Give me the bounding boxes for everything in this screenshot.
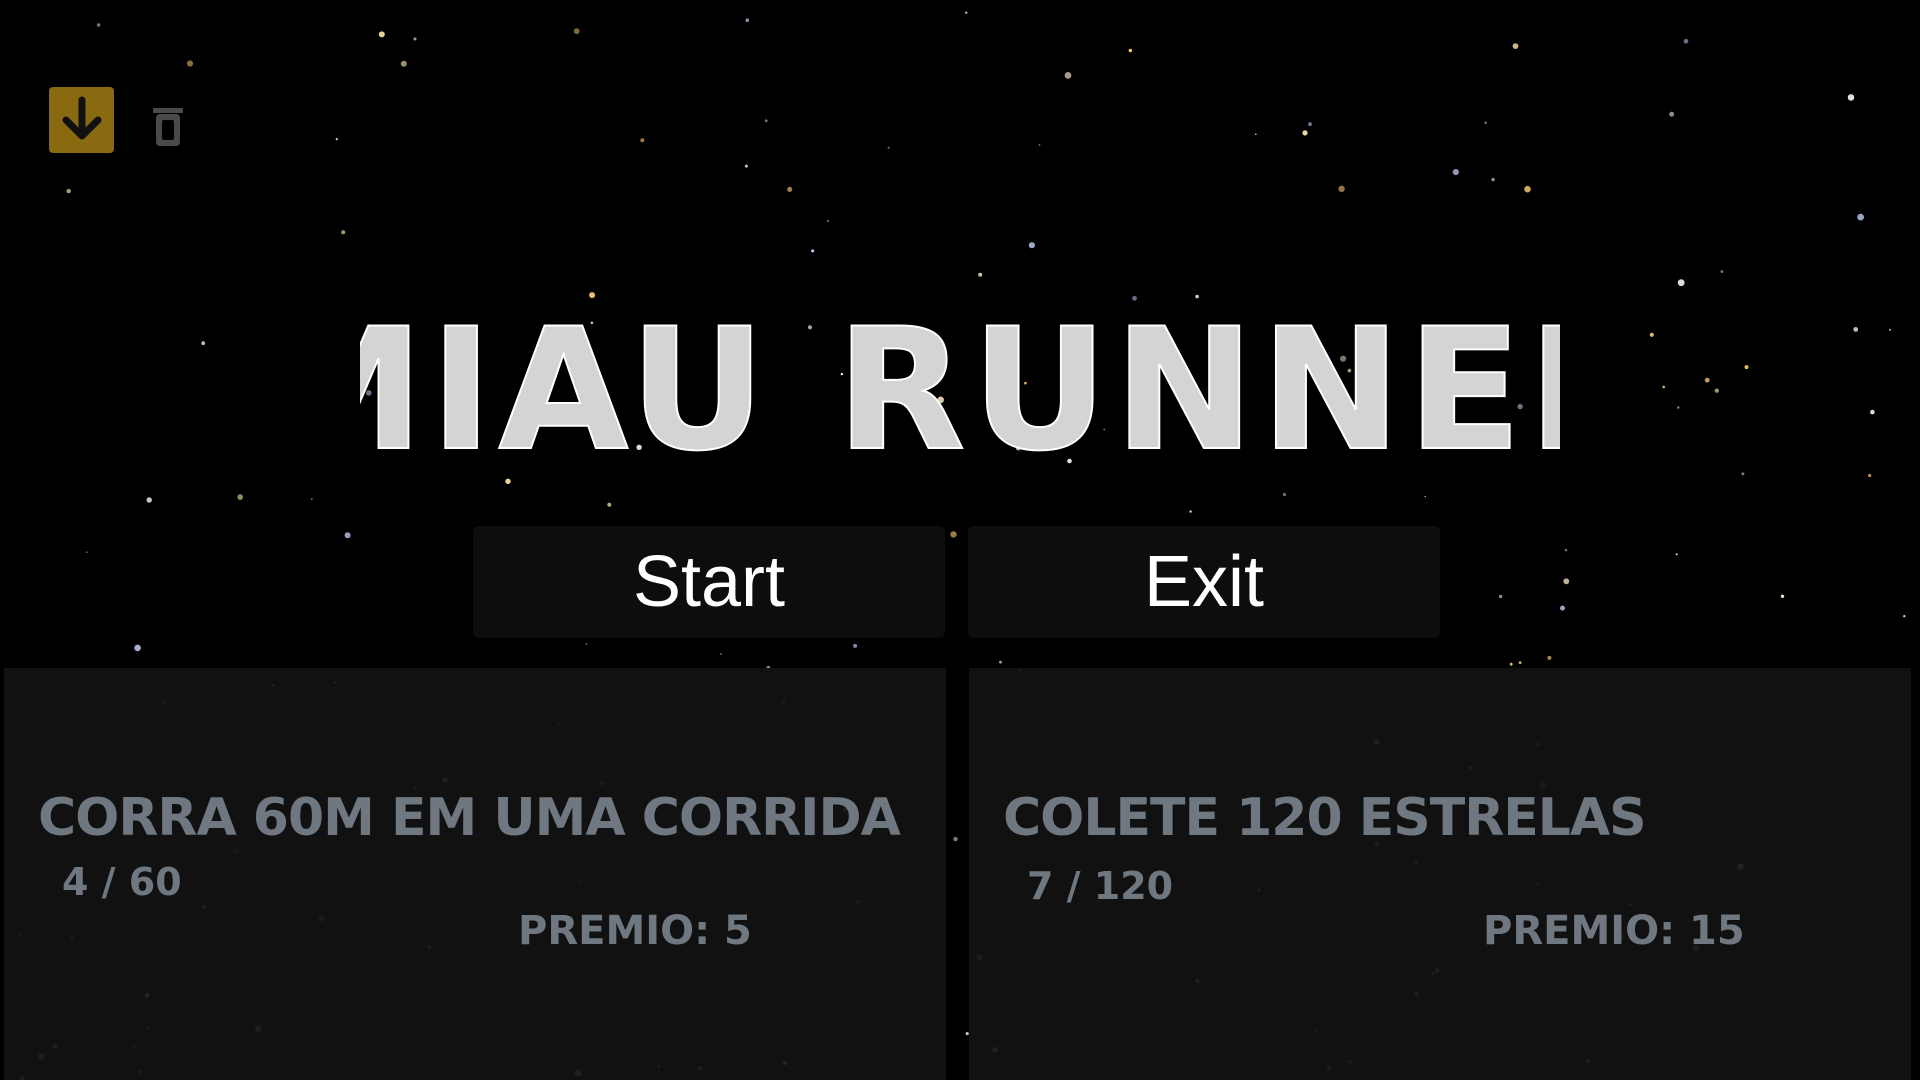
- star: [853, 643, 858, 648]
- game-screen: MIAU RUNNER Start Exit CORRA 60M EM UMA …: [0, 0, 1920, 1080]
- star: [1255, 133, 1257, 136]
- star: [1675, 553, 1678, 556]
- star: [66, 188, 71, 194]
- star: [1853, 327, 1859, 332]
- star: [1857, 213, 1864, 221]
- star: [1452, 169, 1459, 176]
- star: [720, 653, 722, 655]
- star: [1499, 594, 1503, 599]
- star: [400, 60, 407, 67]
- star: [1338, 185, 1345, 192]
- trash-icon: [153, 107, 183, 146]
- star: [1512, 43, 1519, 49]
- star: [1524, 185, 1531, 193]
- mission-progress: 7 / 120: [1027, 864, 1174, 908]
- star: [1677, 406, 1680, 409]
- star: [344, 532, 351, 539]
- star: [237, 494, 243, 500]
- mission-reward: PREMIO: 5: [518, 908, 752, 954]
- star: [1720, 270, 1724, 273]
- trash-button[interactable]: [148, 103, 188, 148]
- star: [1662, 385, 1665, 389]
- exit-button[interactable]: Exit: [968, 526, 1440, 638]
- star: [1484, 121, 1487, 124]
- star: [378, 31, 385, 38]
- star: [1741, 472, 1745, 476]
- star: [1038, 143, 1041, 146]
- star: [953, 836, 958, 842]
- star: [341, 230, 346, 235]
- star: [1780, 594, 1785, 598]
- game-title: MIAU RUNNER: [256, 291, 1659, 489]
- star: [1064, 72, 1072, 79]
- start-button[interactable]: Start: [473, 526, 945, 638]
- star: [146, 497, 152, 503]
- star: [640, 138, 645, 143]
- star: [1195, 294, 1199, 299]
- star: [1677, 279, 1685, 287]
- star: [827, 219, 829, 222]
- mission-title: COLETE 120 ESTRELAS: [1003, 788, 1647, 848]
- star: [201, 341, 206, 346]
- star: [96, 23, 101, 27]
- star: [1563, 578, 1570, 585]
- star: [1704, 377, 1710, 383]
- star: [413, 37, 417, 41]
- star: [965, 11, 968, 14]
- exit-button-label: Exit: [1143, 542, 1265, 622]
- star: [1189, 510, 1192, 513]
- star: [1128, 48, 1133, 53]
- star: [86, 551, 88, 553]
- download-button[interactable]: [49, 87, 114, 153]
- star: [589, 292, 596, 299]
- mission-progress: 4 / 60: [62, 860, 182, 904]
- star: [744, 164, 748, 168]
- star: [787, 186, 793, 192]
- star: [1302, 130, 1308, 136]
- star: [1649, 332, 1654, 337]
- star: [1744, 365, 1749, 370]
- star: [573, 28, 580, 35]
- star: [1847, 94, 1855, 101]
- star: [1683, 38, 1689, 44]
- star: [1868, 473, 1872, 478]
- star: [745, 18, 750, 23]
- mission-card: COLETE 120 ESTRELAS 7 / 120 PREMIO: 15: [969, 668, 1911, 1080]
- mission-reward: PREMIO: 15: [1483, 908, 1745, 954]
- star: [1547, 655, 1552, 660]
- star: [999, 660, 1002, 664]
- star: [978, 272, 983, 277]
- mission-card: CORRA 60M EM UMA CORRIDA 4 / 60 PREMIO: …: [4, 668, 946, 1080]
- star: [1509, 662, 1513, 666]
- star: [764, 119, 768, 123]
- star: [1282, 492, 1287, 497]
- star: [1028, 242, 1035, 249]
- game-title-text: MIAU RUNNER: [360, 300, 1560, 480]
- start-button-label: Start: [632, 542, 786, 622]
- star: [186, 60, 194, 67]
- star: [811, 249, 815, 253]
- star: [607, 502, 612, 507]
- star: [1903, 615, 1906, 618]
- star: [887, 146, 890, 149]
- star: [1888, 328, 1892, 331]
- star: [335, 138, 338, 141]
- star: [1308, 122, 1312, 127]
- star: [1669, 111, 1675, 117]
- star: [1424, 495, 1426, 498]
- star: [134, 644, 141, 652]
- star: [1870, 409, 1875, 415]
- star: [1518, 661, 1522, 664]
- star: [1491, 177, 1495, 182]
- star: [1560, 605, 1565, 611]
- mission-title: CORRA 60M EM UMA CORRIDA: [38, 788, 901, 848]
- star: [1714, 388, 1719, 393]
- star: [950, 531, 957, 538]
- star: [311, 498, 313, 500]
- star: [585, 643, 588, 645]
- download-arrow-icon: [62, 96, 101, 140]
- star: [1564, 548, 1568, 552]
